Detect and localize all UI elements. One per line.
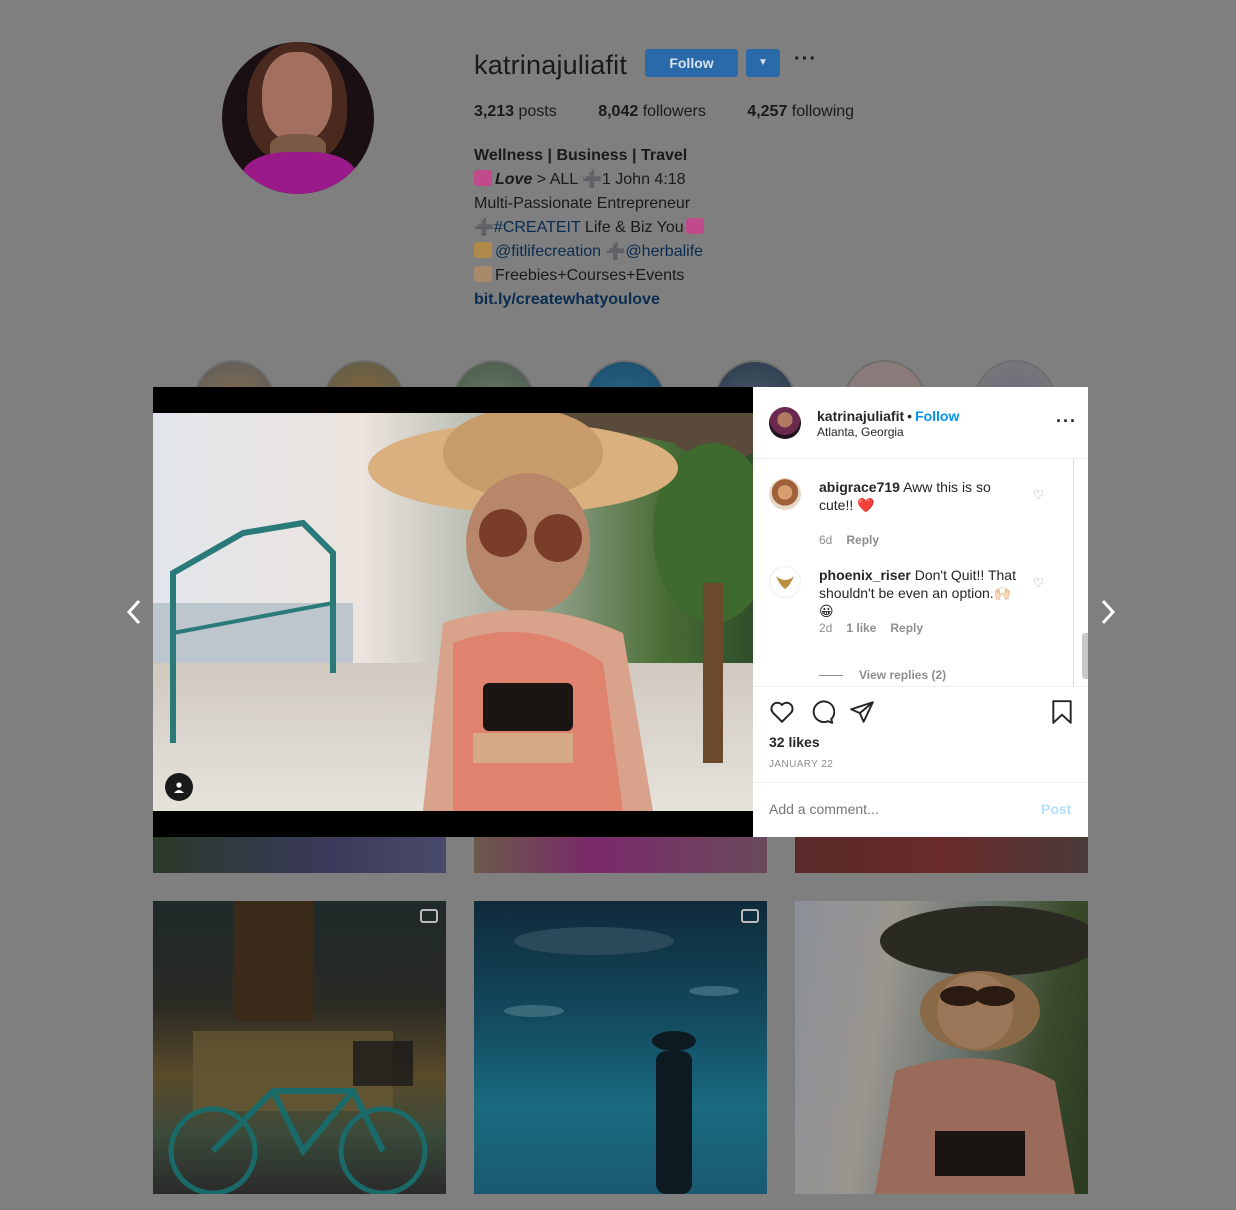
add-comment-input[interactable] xyxy=(769,801,1019,817)
createit-hashtag[interactable]: #CREATEIT xyxy=(494,219,581,236)
following-label: following xyxy=(791,103,855,120)
separator-dot: • xyxy=(907,408,913,424)
followers-count: 8,042 xyxy=(598,103,639,120)
view-replies-button[interactable]: View replies (2) xyxy=(819,668,946,682)
following-count: 4,257 xyxy=(747,103,788,120)
comment-text: abigrace719 Aww this is so cute!! ❤️ xyxy=(819,478,1019,514)
post-author-username[interactable]: katrinajuliafit xyxy=(817,408,904,424)
comment-icon[interactable] xyxy=(809,699,835,725)
profile-header: katrinajuliafit Follow ▼ ··· 3,213 posts… xyxy=(0,0,1236,442)
chevron-left-icon[interactable] xyxy=(124,598,144,626)
add-comment-bar: Post xyxy=(753,782,1088,837)
bio-freebies-text: Freebies+Courses+Events xyxy=(495,267,685,284)
post-follow-button[interactable]: Follow xyxy=(915,408,959,424)
video-icon xyxy=(741,909,759,923)
likes-count[interactable]: 32 likes xyxy=(769,734,820,750)
post-media[interactable] xyxy=(153,387,753,837)
chevron-right-icon[interactable] xyxy=(1098,598,1118,626)
grid-post-thumbnail[interactable] xyxy=(153,837,446,873)
comment-meta: 6d Reply xyxy=(819,533,893,547)
comments-list[interactable]: abigrace719 Aww this is so cute!! ❤️ ♡ 6… xyxy=(753,460,1088,686)
comment-meta: 2d 1 like Reply xyxy=(819,621,937,635)
posts-label: posts xyxy=(518,103,557,120)
heart-icon[interactable]: ♡ xyxy=(1033,576,1044,590)
comments-scrollbar[interactable] xyxy=(1073,460,1074,686)
post-options-button[interactable]: ··· xyxy=(1056,411,1077,432)
following-stat[interactable]: 4,257 following xyxy=(747,103,854,120)
grid-post-thumbnail[interactable] xyxy=(795,901,1088,1194)
post-header: katrinajuliafit • Follow Atlanta, Georgia … xyxy=(753,387,1088,459)
commenter-username[interactable]: phoenix_riser xyxy=(819,567,911,583)
bicycle-illustration xyxy=(168,901,428,1194)
profile-stats: 3,213 posts 8,042 followers 4,257 follow… xyxy=(474,103,891,121)
pink-heart-icon xyxy=(474,170,492,186)
bio-line-entrepreneur: Multi-Passionate Entrepreneur xyxy=(474,195,691,212)
share-icon[interactable] xyxy=(849,699,875,725)
post-author: katrinajuliafit • Follow xyxy=(817,408,959,424)
bio-link[interactable]: bit.ly/createwhatyoulove xyxy=(474,288,707,312)
grid-post-thumbnail[interactable] xyxy=(795,837,1088,873)
grid-post-thumbnail[interactable] xyxy=(153,901,446,1194)
profile-bio: Wellness | Business | Travel Love > ALL … xyxy=(474,144,707,312)
follow-dropdown-button[interactable]: ▼ xyxy=(746,49,780,77)
comment-age[interactable]: 2d xyxy=(819,621,832,635)
plus-icon: ➕ xyxy=(601,243,626,260)
user-tag-icon[interactable] xyxy=(165,773,193,801)
grid-post-thumbnail[interactable] xyxy=(474,837,767,873)
phoenix-logo-icon xyxy=(776,576,794,589)
followers-stat[interactable]: 8,042 followers xyxy=(598,103,706,120)
post-comment-button[interactable]: Post xyxy=(1041,801,1071,817)
post-actions: 32 likes JANUARY 22 xyxy=(753,686,1088,782)
bio-line-createit: ➕#CREATEIT Life & Biz You xyxy=(474,216,707,240)
herbalife-mention[interactable]: @herbalife xyxy=(625,243,703,260)
follow-button[interactable]: Follow xyxy=(645,49,738,77)
commenter-avatar[interactable] xyxy=(769,478,801,510)
profile-options-button[interactable]: ··· xyxy=(794,48,817,71)
comment-text: phoenix_riser Don't Quit!! That shouldn'… xyxy=(819,566,1019,620)
person-emoji-icon xyxy=(474,242,492,258)
profile-avatar[interactable] xyxy=(222,42,374,194)
commenter-avatar[interactable] xyxy=(769,566,801,598)
profile-username: katrinajuliafit xyxy=(474,50,628,80)
commenter-username[interactable]: abigrace719 xyxy=(819,479,900,495)
reply-button[interactable]: Reply xyxy=(890,621,923,635)
grid-post-thumbnail[interactable] xyxy=(474,901,767,1194)
bio-line-freebies: Freebies+Courses+Events xyxy=(474,264,707,288)
comment-item: phoenix_riser Don't Quit!! That shouldn'… xyxy=(769,566,1059,676)
bookmark-icon[interactable] xyxy=(1049,699,1075,725)
bio-title: Wellness | Business | Travel xyxy=(474,147,688,164)
posts-count: 3,213 xyxy=(474,103,515,120)
heart-icon[interactable]: ♡ xyxy=(1033,488,1044,502)
beach-photo-illustration xyxy=(875,906,1088,1194)
bio-love-text: Love xyxy=(495,171,533,188)
heart-icon[interactable] xyxy=(769,699,795,725)
post-photo xyxy=(153,413,753,811)
post-date[interactable]: JANUARY 22 xyxy=(769,759,833,770)
plus-icon: ➕ xyxy=(474,219,494,236)
avatar-dress-shape xyxy=(242,152,357,194)
comment-age[interactable]: 6d xyxy=(819,533,832,547)
post-author-avatar[interactable] xyxy=(769,407,801,439)
page-scrollbar-thumb[interactable] xyxy=(1082,633,1088,679)
bio-verse-text: > ALL ➕1 John 4:18 xyxy=(532,171,686,188)
posts-stat: 3,213 posts xyxy=(474,103,557,120)
carousel-icon xyxy=(420,909,438,923)
reply-button[interactable]: Reply xyxy=(846,533,879,547)
bio-life-biz-text: Life & Biz You xyxy=(580,219,684,236)
avatar-face-shape xyxy=(262,52,332,142)
chevron-down-icon: ▼ xyxy=(758,57,768,68)
bio-line-love: Love > ALL ➕1 John 4:18 xyxy=(474,168,707,192)
beach-photo-illustration xyxy=(153,413,753,811)
bio-line-mentions: @fitlifecreation ➕@herbalife xyxy=(474,240,707,264)
followers-label: followers xyxy=(642,103,706,120)
two-hearts-icon xyxy=(685,218,704,234)
comment-item: abigrace719 Aww this is so cute!! ❤️ ♡ 6… xyxy=(769,478,1059,558)
post-detail-panel: katrinajuliafit • Follow Atlanta, Georgia … xyxy=(753,387,1088,837)
post-location[interactable]: Atlanta, Georgia xyxy=(817,425,904,439)
fitlifecreation-mention[interactable]: @fitlifecreation xyxy=(495,243,601,260)
pointing-down-icon xyxy=(474,266,492,282)
comment-likes[interactable]: 1 like xyxy=(846,621,876,635)
aquarium-illustration xyxy=(504,927,739,1194)
